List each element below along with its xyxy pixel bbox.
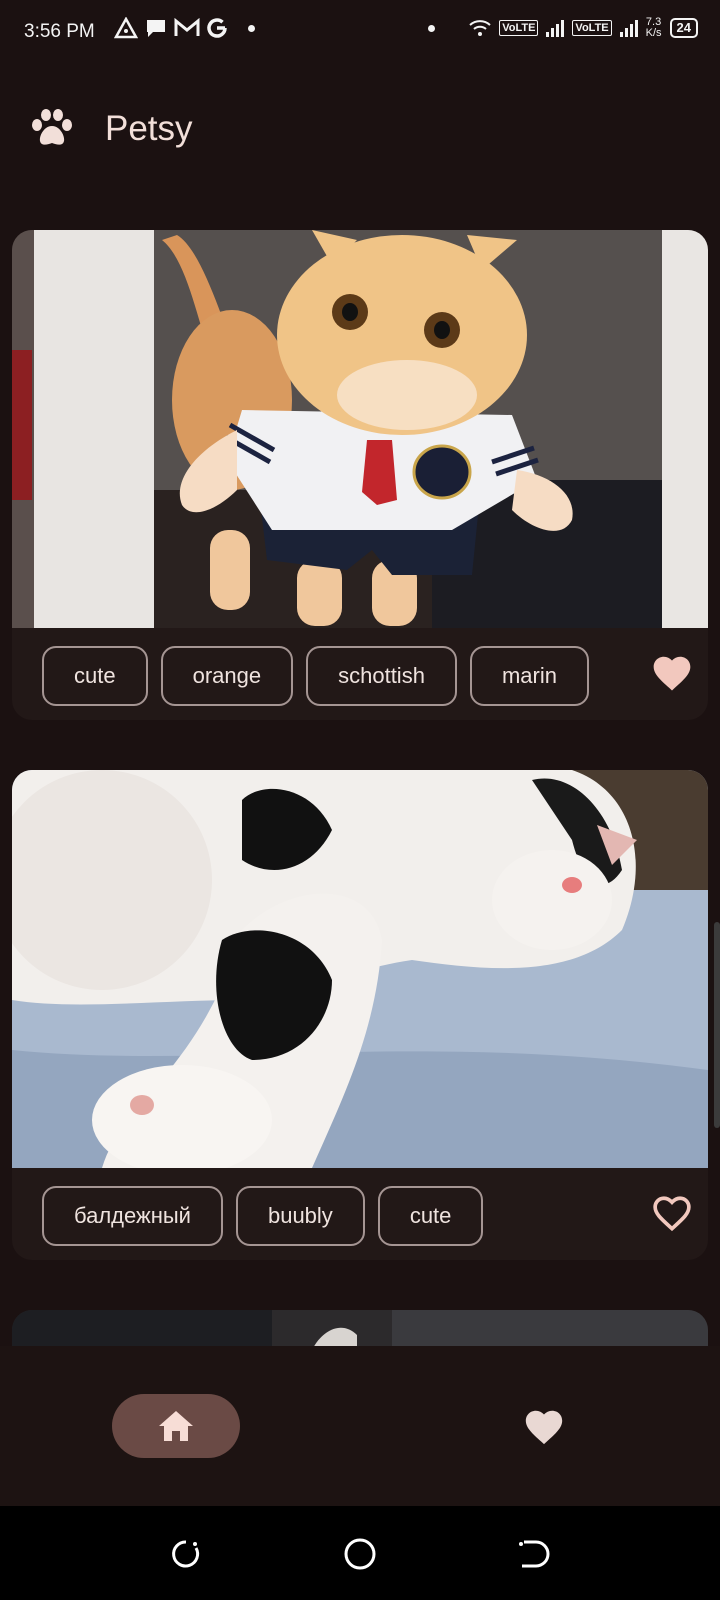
nav-home-button[interactable]	[112, 1394, 240, 1458]
recent-apps-icon[interactable]	[168, 1536, 204, 1572]
net-speed-unit: K/s	[645, 27, 662, 39]
heart-filled-icon[interactable]	[650, 652, 694, 696]
app-triangle-icon	[114, 17, 138, 39]
tag-chip[interactable]: cute	[42, 646, 148, 706]
signal-icon	[546, 19, 565, 37]
app-bar: Petsy	[0, 92, 720, 166]
pet-feed[interactable]: cute orange schottish marin балдежный bu…	[0, 186, 720, 1346]
tag-chip[interactable]: schottish	[306, 646, 457, 706]
back-icon[interactable]	[516, 1536, 552, 1572]
google-icon	[207, 18, 227, 38]
post-card[interactable]	[12, 1310, 708, 1346]
system-nav-bar	[0, 1506, 720, 1600]
tag-chip[interactable]: marin	[469, 646, 589, 706]
heart-icon	[525, 1410, 563, 1445]
tag-chip[interactable]: cute	[377, 1186, 484, 1246]
signal-icon	[619, 19, 638, 37]
chat-icon	[147, 20, 165, 37]
more-notifications-dot	[248, 24, 255, 32]
heart-outline-icon[interactable]	[650, 1192, 694, 1236]
post-card[interactable]: балдежный buubly cute	[12, 770, 708, 1260]
post-card[interactable]: cute orange schottish marin	[12, 230, 708, 720]
sync-dot	[428, 24, 436, 32]
wifi-icon	[469, 20, 491, 36]
sim2-volte: VoLTE	[572, 20, 612, 36]
post-photo[interactable]	[12, 770, 708, 1168]
sim1-volte: VoLTE	[499, 20, 539, 36]
app-title: Petsy	[105, 109, 193, 148]
status-time: 3:56 PM	[24, 21, 95, 42]
nav-favorites-button[interactable]	[512, 1394, 576, 1458]
paw-icon	[32, 109, 72, 145]
notification-icons	[114, 17, 255, 39]
tag-chip[interactable]: orange	[160, 646, 294, 706]
scrollbar[interactable]	[714, 922, 720, 1128]
tag-list: балдежный buubly cute	[42, 1186, 484, 1246]
battery-icon: 24	[669, 18, 698, 38]
photo-cat-sailor	[12, 230, 708, 628]
status-bar: 3:56 PM VoLTE VoLTE 7.3 K/s 24	[0, 0, 720, 66]
gmail-icon	[174, 18, 200, 36]
post-photo[interactable]	[12, 1310, 708, 1346]
photo-sleeping-cat	[12, 770, 708, 1168]
net-speed: 7.3 K/s	[646, 17, 662, 39]
home-system-icon[interactable]	[342, 1536, 378, 1572]
tag-chip[interactable]: балдежный	[42, 1186, 223, 1246]
post-photo[interactable]	[12, 230, 708, 628]
status-right: VoLTE VoLTE 7.3 K/s 24	[428, 17, 698, 39]
tag-chip[interactable]: buubly	[235, 1186, 365, 1246]
home-icon	[159, 1411, 193, 1441]
tag-list: cute orange schottish marin	[42, 646, 589, 706]
bottom-nav	[0, 1346, 720, 1506]
